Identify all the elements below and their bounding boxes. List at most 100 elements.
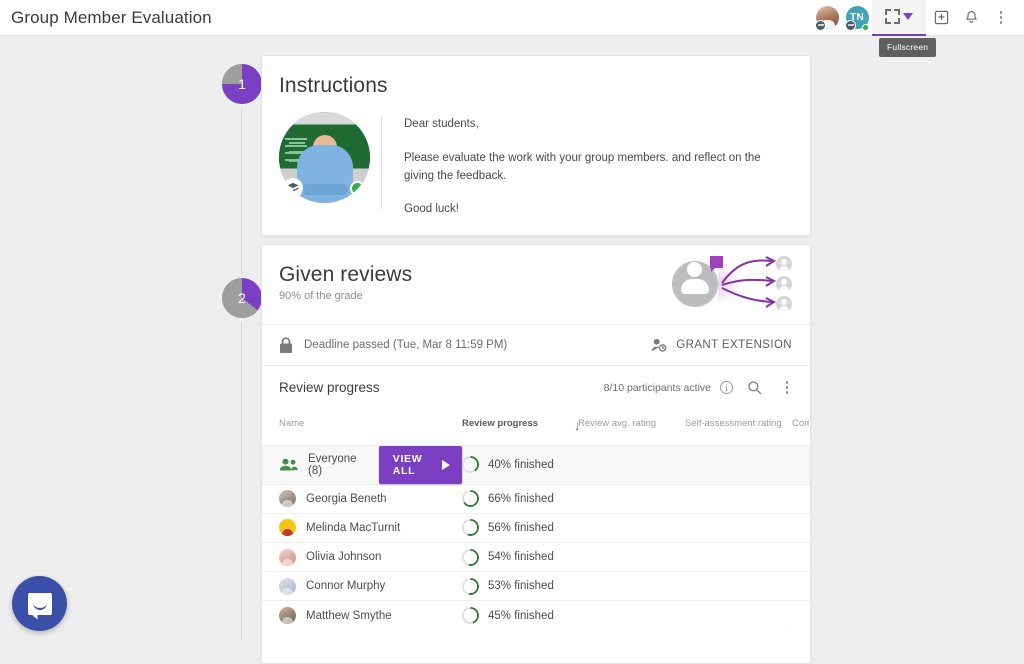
review-progress-table: Name Review progress ↓ Review avg. ratin… bbox=[262, 409, 810, 631]
play-icon bbox=[442, 459, 450, 470]
teacher-avatar bbox=[279, 112, 370, 203]
step-badge-1[interactable]: 1 bbox=[222, 64, 262, 104]
comments-value: 3 bbox=[792, 512, 810, 543]
instructions-card: Instructions Dear students, Please evalu bbox=[261, 55, 811, 236]
group-people-icon bbox=[279, 458, 298, 471]
column-header-review-progress[interactable]: Review progress bbox=[462, 409, 574, 446]
instructions-line-1: Dear students, bbox=[404, 118, 479, 130]
presenter-badge-icon bbox=[845, 19, 856, 31]
online-status-dot bbox=[862, 23, 869, 31]
add-module-button[interactable] bbox=[926, 0, 956, 36]
table-row-everyone[interactable]: Everyone (8) VIEW ALL 40% finished bbox=[262, 444, 810, 485]
grant-extension-button[interactable]: GRANT EXTENSION bbox=[651, 338, 792, 352]
table-row[interactable]: Melinda MacTurnit 56% finished 3 bbox=[262, 512, 810, 543]
deadline-row: Deadline passed (Tue, Mar 8 11:59 PM) GR… bbox=[262, 324, 810, 365]
avatar bbox=[279, 548, 296, 566]
progress-label: 66% finished bbox=[488, 492, 554, 505]
progress-ring-icon bbox=[462, 519, 479, 537]
member-name: Georgia Beneth bbox=[306, 492, 387, 505]
reviews-illustration-icon bbox=[672, 253, 792, 315]
progress-label: 40% finished bbox=[488, 458, 554, 471]
top-bar: Group Member Evaluation TN bbox=[0, 0, 1024, 36]
comments-value: 7 bbox=[792, 483, 810, 514]
step-badge-2[interactable]: 2 bbox=[222, 278, 262, 318]
topbar-actions: TN bbox=[812, 0, 1024, 36]
table-body: Everyone (8) VIEW ALL 40% finished Georg… bbox=[262, 444, 810, 631]
recipient-avatar-icon bbox=[776, 256, 792, 272]
layers-badge-icon bbox=[283, 178, 303, 198]
instructions-body: Dear students, Please evaluate the work … bbox=[262, 98, 810, 219]
comments-value: 4.1 c bbox=[792, 444, 810, 485]
review-table-wrapper: Name Review progress ↓ Review avg. ratin… bbox=[262, 409, 810, 631]
step-rail: 1 2 bbox=[222, 36, 262, 639]
comments-value: 5 bbox=[792, 571, 810, 601]
review-progress-title: Review progress bbox=[279, 380, 380, 395]
avatar bbox=[279, 519, 296, 537]
column-header-name[interactable]: Name bbox=[262, 409, 462, 446]
presenter-badge-icon bbox=[815, 19, 826, 31]
chat-support-button[interactable] bbox=[12, 576, 67, 631]
recipient-avatar-icon bbox=[776, 296, 792, 312]
table-header-row: Name Review progress ↓ Review avg. ratin… bbox=[262, 409, 810, 446]
grant-extension-label: GRANT EXTENSION bbox=[676, 339, 792, 351]
participants-count: 8/10 participants active bbox=[603, 381, 711, 394]
progress-ring-icon bbox=[462, 607, 479, 625]
search-button[interactable] bbox=[742, 376, 766, 400]
step-number: 1 bbox=[238, 76, 246, 92]
avatar bbox=[279, 577, 296, 595]
add-module-icon bbox=[934, 10, 948, 25]
fullscreen-button[interactable] bbox=[872, 0, 926, 36]
member-name: Matthew Smythe bbox=[306, 609, 392, 622]
progress-ring-icon bbox=[462, 490, 479, 508]
view-all-button[interactable]: VIEW ALL bbox=[378, 445, 462, 484]
info-icon[interactable]: i bbox=[720, 381, 733, 394]
view-all-label: VIEW ALL bbox=[392, 452, 423, 477]
progress-cell: 40% finished bbox=[462, 456, 578, 474]
progress-ring-icon bbox=[462, 548, 479, 566]
recipient-avatar-icon bbox=[776, 276, 792, 292]
reviews-header: Given reviews 90% of the grade bbox=[262, 245, 810, 324]
table-options-button[interactable] bbox=[775, 376, 799, 400]
lock-icon bbox=[280, 336, 292, 353]
progress-ring-icon bbox=[462, 577, 479, 595]
avatar bbox=[279, 607, 296, 625]
online-status-badge bbox=[350, 181, 365, 196]
review-progress-header: Review progress 8/10 participants active… bbox=[262, 365, 810, 409]
avatar bbox=[279, 490, 296, 508]
member-name: Melinda MacTurnit bbox=[306, 521, 401, 534]
kebab-icon bbox=[785, 381, 789, 394]
notifications-button[interactable] bbox=[956, 0, 986, 36]
instructions-line-2: Please evaluate the work with your group… bbox=[404, 151, 761, 182]
progress-label: 54% finished bbox=[488, 551, 554, 564]
bell-icon bbox=[965, 10, 977, 23]
progress-ring-icon bbox=[462, 456, 479, 474]
column-header-review-avg[interactable]: Review avg. rating bbox=[578, 409, 685, 446]
comments-value: 3 bbox=[792, 541, 810, 572]
progress-label: 53% finished bbox=[488, 580, 554, 593]
table-row[interactable]: Matthew Smythe 45% finished 4 bbox=[262, 600, 810, 631]
given-reviews-card: Given reviews 90% of the grade Deadline … bbox=[261, 244, 811, 664]
instructions-title: Instructions bbox=[279, 74, 388, 97]
chevron-down-icon[interactable] bbox=[903, 13, 913, 20]
everyone-cell: Everyone (8) VIEW ALL bbox=[279, 445, 462, 484]
progress-label: 45% finished bbox=[488, 609, 554, 622]
more-options-button[interactable] bbox=[986, 0, 1016, 36]
member-name: Olivia Johnson bbox=[306, 551, 382, 564]
fullscreen-icon bbox=[885, 9, 900, 24]
chat-bubble-icon bbox=[27, 592, 52, 615]
rail-connector-line bbox=[241, 66, 242, 639]
page-title: Group Member Evaluation bbox=[11, 7, 212, 27]
column-header-self-assessment[interactable]: Self-assessment rating bbox=[685, 409, 792, 446]
column-header-comments[interactable]: Com bbox=[792, 409, 810, 446]
everyone-label: Everyone (8) bbox=[308, 452, 357, 477]
progress-label: 56% finished bbox=[488, 521, 554, 534]
user-avatar-initials[interactable]: TN bbox=[842, 0, 872, 36]
page-canvas: 1 2 Instructions Dear students, Please e… bbox=[0, 36, 1024, 664]
table-row[interactable]: Connor Murphy 53% finished 5 bbox=[262, 571, 810, 601]
table-row[interactable]: Georgia Beneth 66% finished 7 bbox=[262, 483, 810, 514]
member-name: Connor Murphy bbox=[306, 580, 386, 593]
table-row[interactable]: Olivia Johnson 54% finished 3 bbox=[262, 541, 810, 572]
person-clock-icon bbox=[652, 338, 667, 352]
user-avatar-photo[interactable] bbox=[812, 0, 842, 36]
deadline-text: Deadline passed (Tue, Mar 8 11:59 PM) bbox=[304, 339, 508, 351]
